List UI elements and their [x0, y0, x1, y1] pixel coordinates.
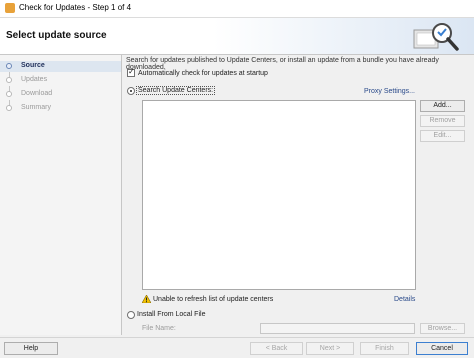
- wizard-header: Select update source: [0, 18, 474, 55]
- search-update-centers-radio[interactable]: [127, 87, 135, 95]
- page-title: Select update source: [6, 30, 107, 41]
- step-label: Source: [21, 62, 45, 69]
- update-search-icon: [413, 23, 459, 51]
- step-updates: Updates: [0, 75, 121, 86]
- warning-icon: [142, 295, 151, 303]
- main-panel: Search for updates published to Update C…: [122, 55, 474, 335]
- auto-check-checkbox[interactable]: ✓: [127, 67, 135, 77]
- step-indicator-icon: [6, 91, 12, 97]
- auto-check-label[interactable]: Automatically check for updates at start…: [138, 70, 268, 77]
- install-local-file-radio[interactable]: [127, 311, 135, 319]
- warning-text: Unable to refresh list of update centers: [153, 296, 274, 303]
- wizard-footer: Help < Back Next > Finish Cancel: [0, 337, 474, 358]
- update-centers-list[interactable]: [142, 100, 416, 290]
- cancel-button[interactable]: Cancel: [416, 342, 468, 355]
- file-name-label: File Name:: [142, 325, 176, 332]
- browse-button[interactable]: Browse...: [420, 323, 465, 334]
- step-label: Download: [21, 90, 53, 97]
- proxy-settings-link[interactable]: Proxy Settings...: [364, 88, 415, 95]
- description-text: Search for updates published to Update C…: [126, 57, 439, 71]
- help-button[interactable]: Help: [4, 342, 58, 355]
- window-title: Check for Updates - Step 1 of 4: [19, 3, 132, 12]
- step-indicator-icon: [6, 77, 12, 83]
- search-update-centers-label[interactable]: Search Update Centers:: [135, 86, 216, 95]
- step-source: Source: [0, 61, 121, 72]
- details-link[interactable]: Details: [394, 296, 415, 303]
- remove-button[interactable]: Remove: [420, 115, 465, 127]
- step-label: Updates: [21, 76, 48, 83]
- add-button[interactable]: Add...: [420, 100, 465, 112]
- wizard-steps: Source Updates Download Summary: [0, 55, 122, 335]
- step-label: Summary: [21, 104, 51, 111]
- step-summary: Summary: [0, 103, 121, 114]
- back-button[interactable]: < Back: [250, 342, 303, 355]
- title-bar: Check for Updates - Step 1 of 4: [0, 0, 474, 18]
- finish-button[interactable]: Finish: [360, 342, 409, 355]
- checkmark-icon: ✓: [128, 67, 135, 76]
- step-download: Download: [0, 89, 121, 100]
- next-button[interactable]: Next >: [306, 342, 354, 355]
- file-name-input[interactable]: [260, 323, 415, 334]
- app-icon: [5, 3, 15, 13]
- edit-button[interactable]: Edit...: [420, 130, 465, 142]
- step-indicator-icon: [6, 105, 12, 111]
- install-local-file-label[interactable]: Install From Local File: [137, 311, 205, 318]
- step-indicator-icon: [6, 63, 12, 69]
